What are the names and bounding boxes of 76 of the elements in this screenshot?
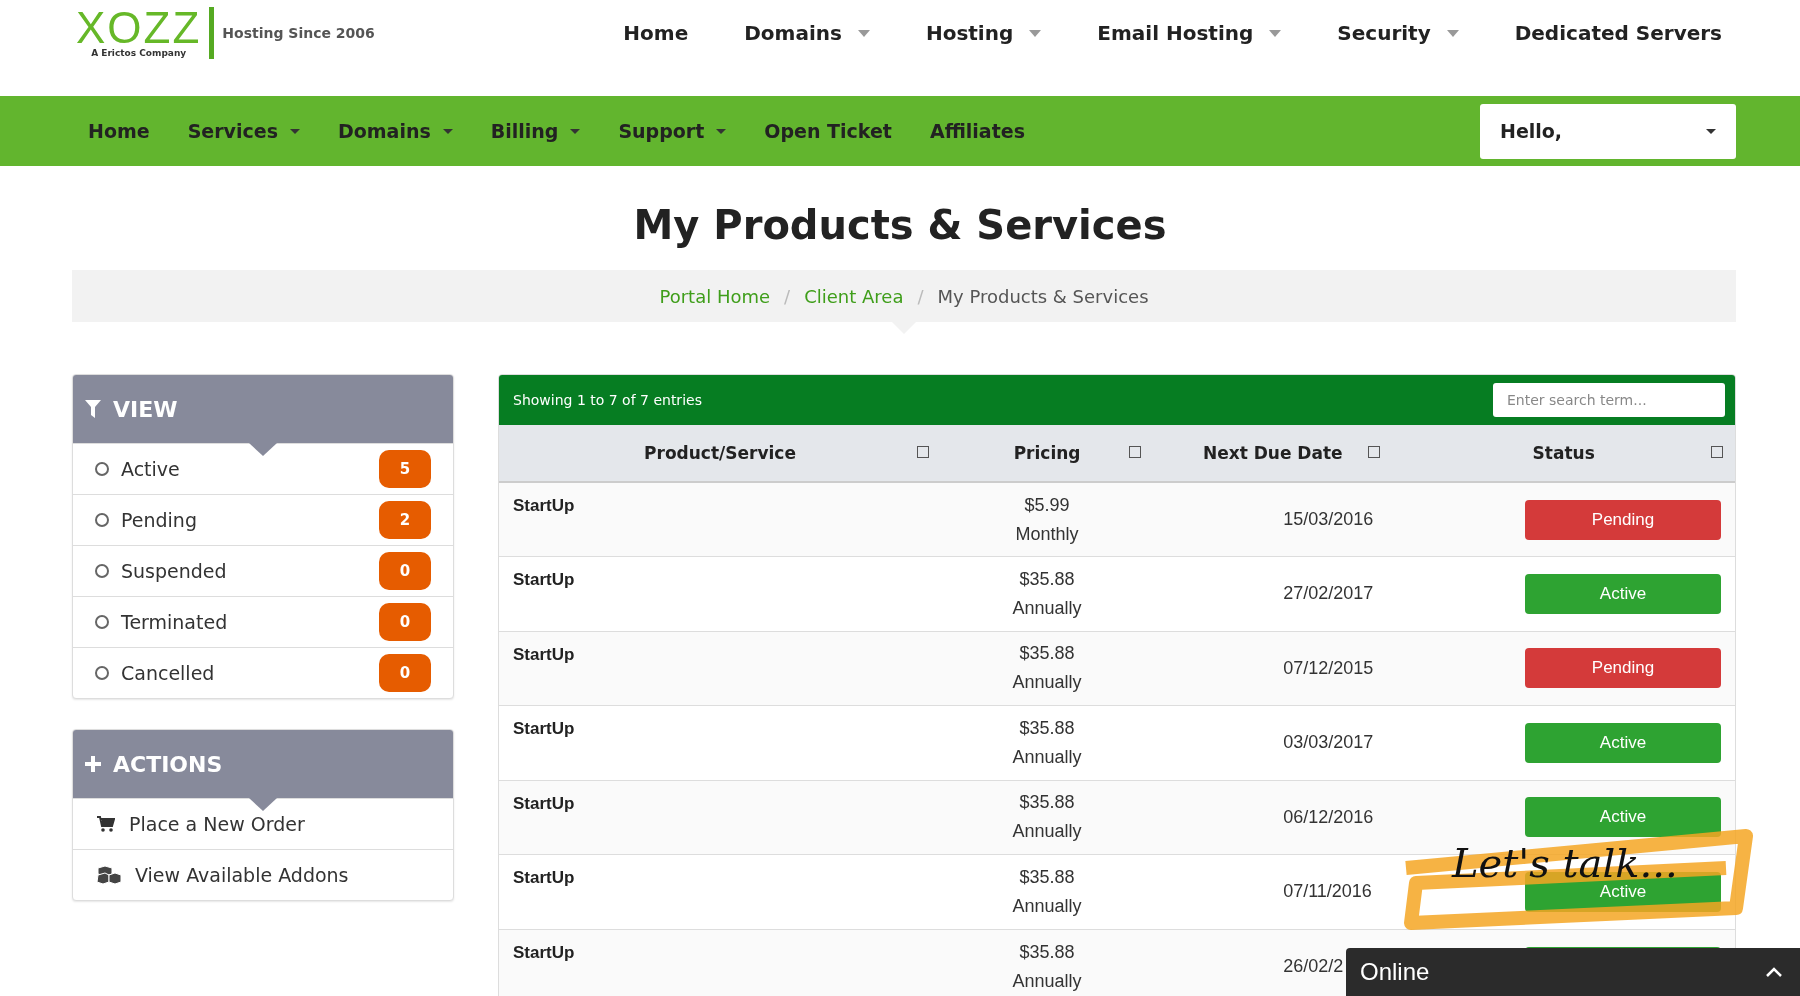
sort-icon — [1368, 446, 1381, 458]
nav-link[interactable]: Domains — [329, 120, 461, 142]
breadcrumb-current: My Products & Services — [937, 285, 1149, 307]
panel-title: ACTIONS — [113, 751, 223, 777]
search-field[interactable]: Enter search term... — [1493, 383, 1725, 417]
nav-link[interactable]: Services — [179, 120, 308, 142]
table-cell: StartUp — [499, 780, 941, 855]
nav-link[interactable]: Home — [80, 120, 158, 142]
table-cell: 15/03/2016 — [1153, 482, 1393, 557]
table-cell: StartUp — [499, 705, 941, 780]
table-cell: $35.88 Annually — [941, 631, 1154, 706]
table-cell: 07/12/2015 — [1153, 631, 1393, 706]
table-cell: $35.88 Annually — [941, 854, 1154, 929]
table-cell: StartUp — [499, 854, 941, 929]
logo[interactable]: XOZZ A Erictos Company Hosting Since 2006 — [76, 7, 375, 59]
chat-widget[interactable]: Online — [1346, 948, 1800, 996]
filter-item[interactable]: Cancelled 0 — [73, 647, 453, 698]
status-badge: Active — [1525, 722, 1721, 763]
count-badge: 2 — [379, 501, 431, 539]
table-cell: StartUp — [499, 631, 941, 706]
radio-button[interactable] — [95, 564, 109, 578]
breadcrumb-separator: / — [917, 285, 924, 307]
status-badge: Active — [1525, 573, 1721, 614]
nav-link[interactable]: Email Hosting — [1097, 21, 1282, 45]
nav-link[interactable]: Support — [610, 120, 735, 142]
nav-link[interactable]: Security — [1337, 21, 1459, 45]
radio-button[interactable] — [95, 462, 109, 476]
sort-icon — [1711, 446, 1723, 458]
nav-link[interactable]: Domains — [744, 21, 870, 45]
radio-button[interactable] — [95, 666, 109, 680]
table-cell: $35.88 Annually — [941, 929, 1154, 996]
nav-link[interactable]: Affiliates — [921, 120, 1033, 142]
entries-info: Showing 1 to 7 of 7 entries — [513, 392, 702, 408]
cubes-icon — [97, 865, 121, 885]
sort-icon — [1129, 446, 1142, 458]
count-badge: 0 — [379, 552, 431, 590]
table-cell: StartUp — [499, 482, 941, 557]
caret-icon — [1706, 128, 1716, 134]
panel-title: VIEW — [113, 396, 178, 422]
count-badge: 0 — [379, 603, 431, 641]
count-badge: 5 — [379, 450, 431, 488]
filter-icon — [85, 400, 101, 418]
chevron-up-icon — [1766, 967, 1782, 977]
nav-link[interactable]: Open Ticket — [756, 120, 900, 142]
table-cell: 27/02/2017 — [1153, 556, 1393, 631]
sort-icon — [917, 446, 929, 458]
filter-item[interactable]: Suspended 0 — [73, 545, 453, 596]
cart-icon — [97, 816, 115, 832]
nav-link[interactable]: Home — [623, 21, 689, 45]
nav-link[interactable]: Dedicated Servers — [1514, 21, 1722, 45]
table-cell: 06/12/2016 — [1153, 780, 1393, 855]
count-badge: 0 — [379, 654, 431, 692]
plus-icon — [85, 756, 101, 772]
nav-link[interactable]: Hosting — [925, 21, 1042, 45]
filter-item[interactable]: Terminated 0 — [73, 596, 453, 647]
table-cell: StartUp — [499, 929, 941, 996]
nav-link[interactable]: Billing — [482, 120, 589, 142]
table-cell: StartUp — [499, 556, 941, 631]
status-badge: Active — [1525, 797, 1721, 838]
table-cell: $5.99 Monthly — [941, 482, 1154, 557]
table-cell: 03/03/2017 — [1153, 705, 1393, 780]
filter-item[interactable]: Pending 2 — [73, 494, 453, 545]
table-cell: 07/11/2016 — [1153, 854, 1393, 929]
action-link[interactable]: Place a New Order — [73, 798, 453, 849]
account-dropdown[interactable]: Hello, — [1480, 103, 1736, 159]
table-cell: $35.88 Annually — [941, 705, 1154, 780]
page-title: My Products & Services — [632, 201, 1168, 250]
status-badge: Pending — [1525, 648, 1721, 689]
filter-item[interactable]: Active 5 — [73, 443, 453, 494]
breadcrumb-separator: / — [784, 285, 791, 307]
radio-button[interactable] — [95, 615, 109, 629]
status-badge: Pending — [1525, 499, 1721, 540]
table-cell: $35.88 Annually — [941, 556, 1154, 631]
table-cell: $35.88 Annually — [941, 780, 1154, 855]
action-link[interactable]: View Available Addons — [73, 849, 453, 900]
radio-button[interactable] — [95, 513, 109, 527]
